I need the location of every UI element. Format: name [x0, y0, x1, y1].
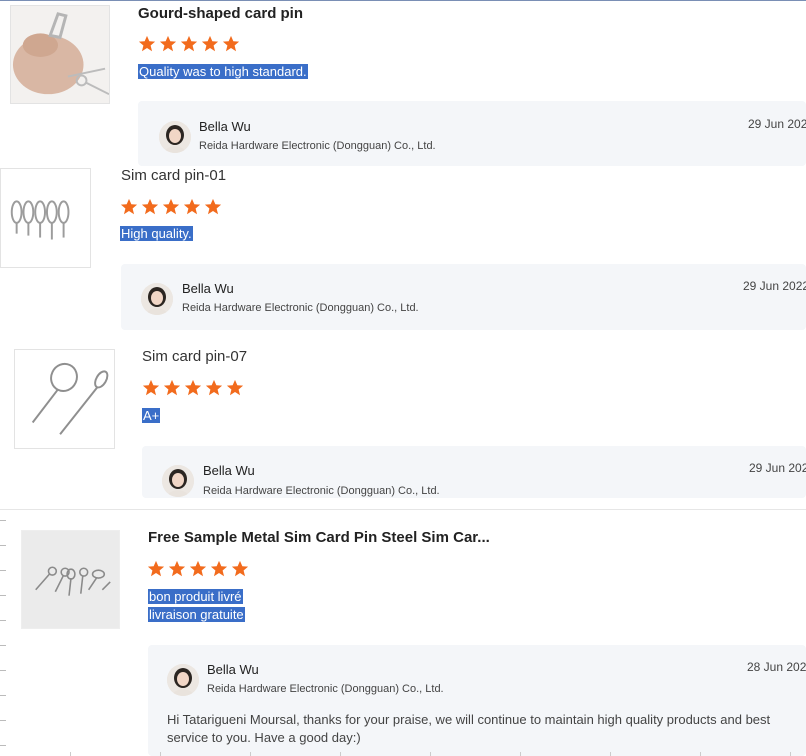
seller-reply: Bella Wu Reida Hardware Electronic (Dong…: [121, 264, 806, 330]
star-icon: [162, 198, 180, 216]
star-icon: [168, 560, 186, 578]
review-comment: bon produit livré livraison gratuite: [148, 588, 245, 624]
star-icon: [141, 198, 159, 216]
replier-company[interactable]: Reida Hardware Electronic (Dongguan) Co.…: [203, 485, 440, 497]
review-comment: Quality was to high standard.: [138, 63, 308, 81]
comment-text: High quality.: [120, 226, 193, 241]
review-comment: High quality.: [120, 225, 193, 243]
star-icon: [142, 379, 160, 397]
rating-stars: [142, 379, 244, 397]
product-title[interactable]: Sim card pin-01: [121, 167, 226, 184]
avatar: [159, 121, 191, 153]
rating-stars: [138, 35, 240, 53]
product-title[interactable]: Sim card pin-07: [142, 348, 247, 365]
bottom-ruler: [0, 752, 806, 756]
star-icon: [210, 560, 228, 578]
product-image: [22, 531, 119, 628]
product-thumbnail[interactable]: [0, 168, 91, 268]
replier-name: Bella Wu: [182, 281, 234, 296]
rating-stars: [120, 198, 222, 216]
seller-reply: Bella Wu Reida Hardware Electronic (Dong…: [142, 446, 806, 498]
star-icon: [184, 379, 202, 397]
comment-text: A+: [142, 408, 161, 423]
product-image: [15, 350, 114, 448]
star-icon: [120, 198, 138, 216]
product-title[interactable]: Free Sample Metal Sim Card Pin Steel Sim…: [148, 529, 490, 546]
star-icon: [180, 35, 198, 53]
avatar: [162, 465, 194, 497]
replier-company[interactable]: Reida Hardware Electronic (Dongguan) Co.…: [182, 302, 419, 314]
reply-date: 28 Jun 202: [747, 660, 806, 674]
product-image: [1, 169, 90, 267]
star-icon: [205, 379, 223, 397]
star-icon: [201, 35, 219, 53]
product-thumbnail[interactable]: [10, 5, 110, 104]
replier-company[interactable]: Reida Hardware Electronic (Dongguan) Co.…: [199, 140, 436, 152]
replier-name: Bella Wu: [199, 119, 251, 134]
star-icon: [159, 35, 177, 53]
scroll-ruler: [0, 520, 8, 756]
star-icon: [189, 560, 207, 578]
replier-company[interactable]: Reida Hardware Electronic (Dongguan) Co.…: [207, 683, 444, 695]
seller-reply: Bella Wu Reida Hardware Electronic (Dong…: [148, 645, 806, 756]
star-icon: [204, 198, 222, 216]
seller-reply: Bella Wu Reida Hardware Electronic (Dong…: [138, 101, 806, 166]
star-icon: [183, 198, 201, 216]
reply-date: 29 Jun 202: [748, 117, 806, 131]
star-icon: [138, 35, 156, 53]
top-border: [0, 0, 806, 1]
replier-name: Bella Wu: [207, 662, 259, 677]
star-icon: [222, 35, 240, 53]
product-thumbnail[interactable]: [14, 349, 115, 449]
avatar: [167, 664, 199, 696]
comment-text-line: bon produit livré: [148, 589, 243, 604]
avatar: [141, 283, 173, 315]
replier-name: Bella Wu: [203, 463, 255, 478]
star-icon: [231, 560, 249, 578]
reply-date: 29 Jun 2022: [743, 279, 806, 293]
product-image: [11, 6, 109, 103]
rating-stars: [147, 560, 249, 578]
reply-date: 29 Jun 202: [749, 461, 806, 475]
product-title[interactable]: Gourd-shaped card pin: [138, 5, 303, 22]
star-icon: [163, 379, 181, 397]
reply-message: Hi Tatarigueni Moursal, thanks for your …: [167, 712, 771, 745]
star-icon: [147, 560, 165, 578]
review-comment: A+: [142, 407, 161, 425]
star-icon: [226, 379, 244, 397]
product-thumbnail[interactable]: [21, 530, 120, 629]
comment-text: Quality was to high standard.: [138, 64, 308, 79]
comment-text-line: livraison gratuite: [148, 607, 245, 622]
section-divider: [0, 509, 806, 510]
